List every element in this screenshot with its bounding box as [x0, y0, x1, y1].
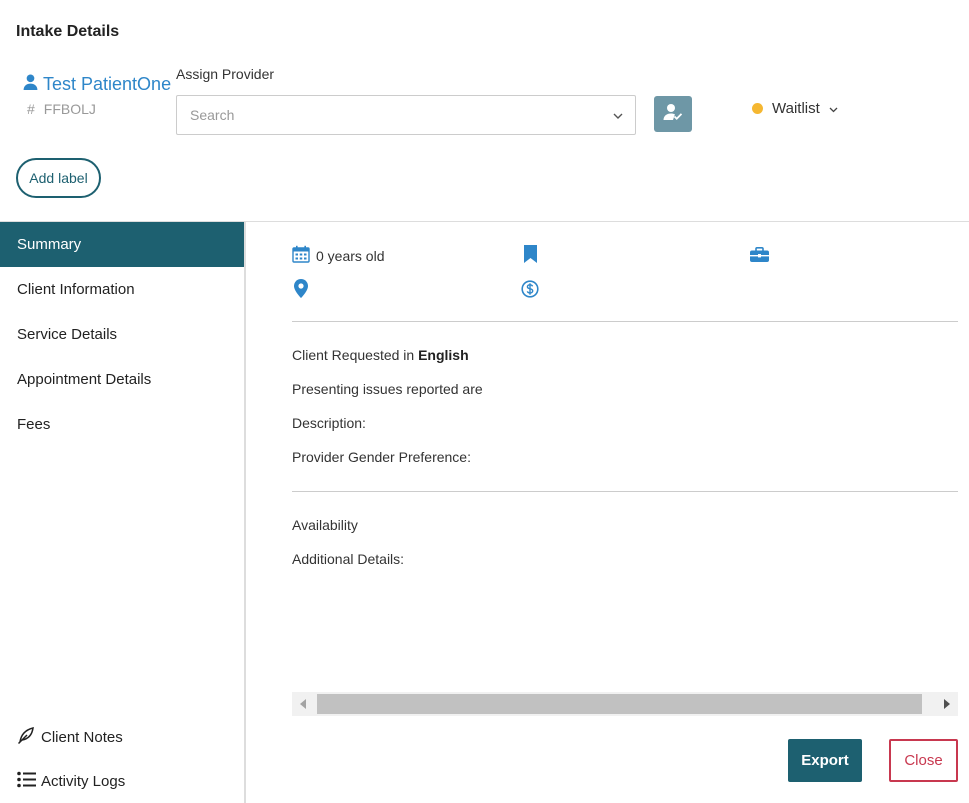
presenting-issues-line: Presenting issues reported are: [292, 381, 483, 397]
map-pin-icon: [294, 279, 308, 303]
assign-provider-button[interactable]: [654, 96, 692, 132]
description-line: Description:: [292, 415, 366, 431]
dollar-circle-icon: [521, 280, 539, 303]
assign-provider-label: Assign Provider: [176, 66, 275, 82]
horizontal-scrollbar[interactable]: [292, 692, 958, 716]
scroll-left-arrow[interactable]: [300, 699, 306, 709]
calendar-icon: [292, 245, 310, 266]
activity-logs-link[interactable]: Activity Logs: [17, 771, 125, 792]
patient-id: # FFBOLJ: [27, 101, 96, 117]
scroll-right-arrow[interactable]: [944, 699, 950, 709]
activity-logs-label: Activity Logs: [41, 773, 126, 790]
status-dropdown[interactable]: Waitlist: [752, 100, 838, 117]
section-divider: [292, 491, 958, 492]
patient-id-value: FFBOLJ: [43, 101, 96, 117]
sidebar-item-appointment-details[interactable]: Appointment Details: [0, 357, 244, 402]
section-divider: [292, 321, 958, 322]
chevron-down-icon[interactable]: [613, 106, 623, 124]
list-icon: [17, 771, 36, 792]
user-icon: [22, 73, 39, 95]
summary-panel: 0 years old Client Requested in English …: [292, 222, 958, 803]
availability-line: Availability: [292, 517, 358, 533]
provider-search-input[interactable]: [190, 107, 590, 123]
client-notes-link[interactable]: Client Notes: [17, 726, 123, 749]
feather-pen-icon: [17, 726, 36, 749]
age-row: 0 years old: [292, 245, 384, 266]
sidebar-item-summary[interactable]: Summary: [0, 222, 244, 267]
language-line: Client Requested in English: [292, 347, 469, 363]
provider-search-select[interactable]: [176, 95, 636, 135]
close-button[interactable]: Close: [889, 739, 958, 782]
assign-user-icon: [663, 103, 683, 126]
chevron-down-icon: [829, 100, 838, 117]
patient-name: Test PatientOne: [43, 73, 172, 94]
client-notes-label: Client Notes: [41, 729, 123, 746]
sidebar-item-fees[interactable]: Fees: [0, 402, 244, 447]
add-label-button[interactable]: Add label: [16, 158, 101, 198]
scrollbar-thumb[interactable]: [317, 694, 922, 714]
gender-preference-line: Provider Gender Preference:: [292, 449, 471, 465]
page-title: Intake Details: [16, 23, 120, 40]
export-button[interactable]: Export: [788, 739, 862, 782]
age-value: 0 years old: [316, 247, 385, 264]
status-dot: [752, 103, 763, 114]
language-prefix: Client Requested in: [292, 347, 415, 363]
language-value: English: [418, 347, 469, 363]
sidebar-nav: Summary Client Information Service Detai…: [0, 222, 246, 803]
patient-name-link[interactable]: Test PatientOne: [22, 73, 171, 95]
briefcase-icon: [750, 247, 769, 267]
bookmark-icon: [524, 245, 537, 268]
hash-symbol: #: [27, 101, 35, 117]
sidebar-item-client-information[interactable]: Client Information: [0, 267, 244, 312]
status-label: Waitlist: [772, 100, 820, 117]
additional-details-line: Additional Details:: [292, 551, 405, 567]
sidebar-item-service-details[interactable]: Service Details: [0, 312, 244, 357]
